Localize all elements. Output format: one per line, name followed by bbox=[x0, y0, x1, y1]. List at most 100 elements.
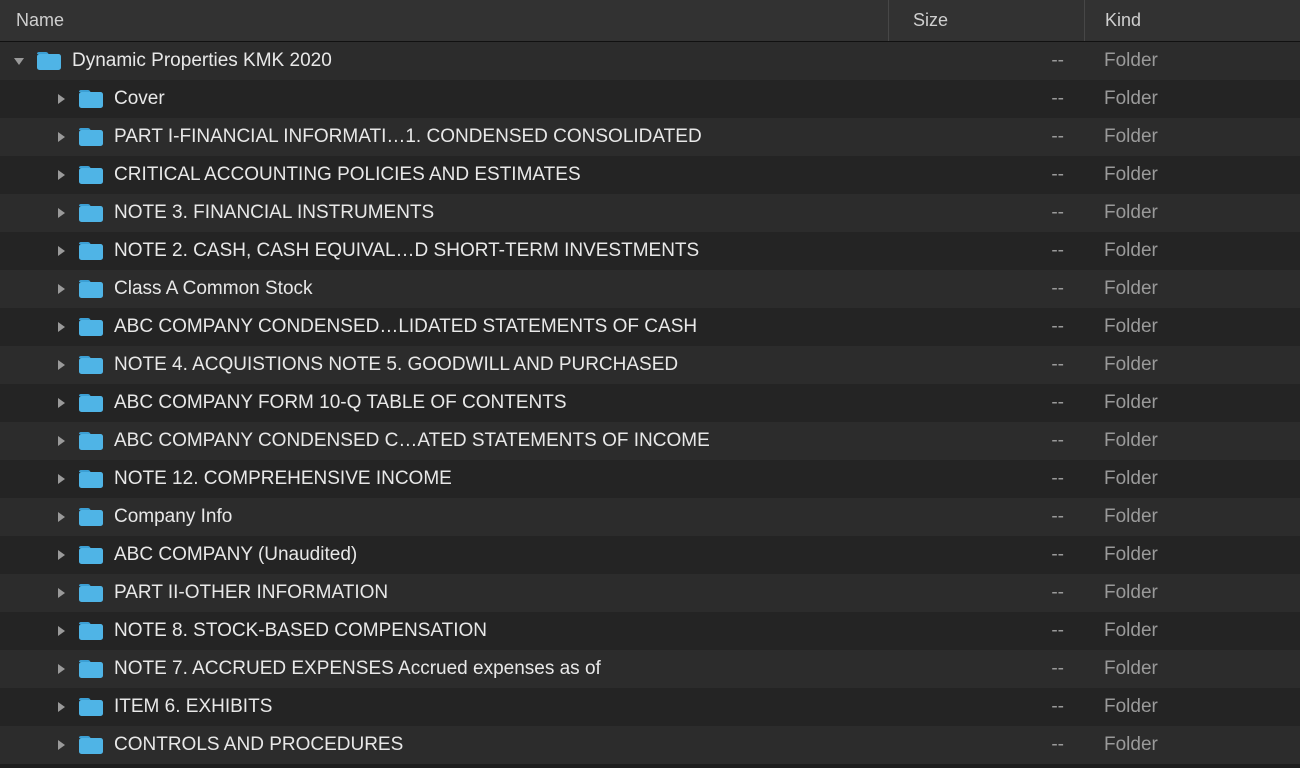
item-name-label: ABC COMPANY FORM 10-Q TABLE OF CONTENTS bbox=[114, 392, 567, 414]
table-row[interactable]: NOTE 12. COMPREHENSIVE INCOME --Folder bbox=[0, 460, 1300, 498]
chevron-right-icon[interactable] bbox=[54, 358, 68, 372]
column-header-name[interactable]: Name bbox=[0, 0, 888, 41]
table-row[interactable]: ABC COMPANY (Unaudited) --Folder bbox=[0, 536, 1300, 574]
folder-icon bbox=[78, 696, 104, 718]
table-row[interactable]: NOTE 7. ACCRUED EXPENSES Accrued expense… bbox=[0, 650, 1300, 688]
item-name-label: PART II-OTHER INFORMATION bbox=[114, 582, 388, 604]
cell-kind: Folder bbox=[1084, 232, 1300, 270]
table-row[interactable]: Company Info --Folder bbox=[0, 498, 1300, 536]
cell-size: -- bbox=[888, 536, 1084, 574]
cell-name: NOTE 3. FINANCIAL INSTRUMENTS bbox=[0, 194, 888, 232]
cell-name: Dynamic Properties KMK 2020 bbox=[0, 42, 888, 80]
chevron-right-icon[interactable] bbox=[54, 586, 68, 600]
item-name-label: NOTE 7. ACCRUED EXPENSES Accrued expense… bbox=[114, 658, 601, 680]
cell-kind: Folder bbox=[1084, 612, 1300, 650]
cell-size: -- bbox=[888, 574, 1084, 612]
chevron-right-icon[interactable] bbox=[54, 434, 68, 448]
table-row[interactable]: ABC COMPANY CONDENSED…LIDATED STATEMENTS… bbox=[0, 308, 1300, 346]
table-row[interactable]: Dynamic Properties KMK 2020--Folder bbox=[0, 42, 1300, 80]
chevron-right-icon[interactable] bbox=[54, 738, 68, 752]
table-row[interactable]: PART I-FINANCIAL INFORMATI…1. CONDENSED … bbox=[0, 118, 1300, 156]
chevron-right-icon[interactable] bbox=[54, 662, 68, 676]
chevron-right-icon[interactable] bbox=[54, 130, 68, 144]
item-name-label: CRITICAL ACCOUNTING POLICIES AND ESTIMAT… bbox=[114, 164, 581, 186]
cell-kind: Folder bbox=[1084, 536, 1300, 574]
item-name-label: Class A Common Stock bbox=[114, 278, 313, 300]
chevron-right-icon[interactable] bbox=[54, 168, 68, 182]
chevron-right-icon[interactable] bbox=[54, 624, 68, 638]
column-header-kind[interactable]: Kind bbox=[1084, 0, 1300, 41]
item-name-label: Company Info bbox=[114, 506, 232, 528]
chevron-right-icon[interactable] bbox=[54, 472, 68, 486]
table-row[interactable]: Cover--Folder bbox=[0, 80, 1300, 118]
folder-icon bbox=[78, 316, 104, 338]
column-header-size[interactable]: Size bbox=[888, 0, 1084, 41]
cell-size: -- bbox=[888, 156, 1084, 194]
item-name-label: ITEM 6. EXHIBITS bbox=[114, 696, 272, 718]
cell-size: -- bbox=[888, 118, 1084, 156]
chevron-down-icon[interactable] bbox=[12, 54, 26, 68]
item-name-label: NOTE 12. COMPREHENSIVE INCOME bbox=[114, 468, 452, 490]
folder-icon bbox=[78, 240, 104, 262]
table-row[interactable]: PART II-OTHER INFORMATION--Folder bbox=[0, 574, 1300, 612]
column-header-name-label: Name bbox=[16, 10, 64, 31]
cell-kind: Folder bbox=[1084, 498, 1300, 536]
cell-size: -- bbox=[888, 308, 1084, 346]
cell-size: -- bbox=[888, 232, 1084, 270]
table-row[interactable]: ABC COMPANY FORM 10-Q TABLE OF CONTENTS -… bbox=[0, 384, 1300, 422]
chevron-right-icon[interactable] bbox=[54, 320, 68, 334]
chevron-right-icon[interactable] bbox=[54, 244, 68, 258]
chevron-right-icon[interactable] bbox=[54, 700, 68, 714]
chevron-right-icon[interactable] bbox=[54, 548, 68, 562]
chevron-right-icon[interactable] bbox=[54, 92, 68, 106]
cell-name: NOTE 8. STOCK-BASED COMPENSATION bbox=[0, 612, 888, 650]
cell-kind: Folder bbox=[1084, 308, 1300, 346]
cell-size: -- bbox=[888, 650, 1084, 688]
table-row[interactable]: NOTE 8. STOCK-BASED COMPENSATION--Folder bbox=[0, 612, 1300, 650]
cell-name: NOTE 12. COMPREHENSIVE INCOME bbox=[0, 460, 888, 498]
item-name-label: PART I-FINANCIAL INFORMATI…1. CONDENSED … bbox=[114, 126, 702, 148]
chevron-right-icon[interactable] bbox=[54, 396, 68, 410]
cell-kind: Folder bbox=[1084, 422, 1300, 460]
chevron-right-icon[interactable] bbox=[54, 282, 68, 296]
table-row[interactable]: ABC COMPANY CONDENSED C…ATED STATEMENTS … bbox=[0, 422, 1300, 460]
cell-name: PART I-FINANCIAL INFORMATI…1. CONDENSED … bbox=[0, 118, 888, 156]
cell-size: -- bbox=[888, 498, 1084, 536]
folder-icon bbox=[36, 50, 62, 72]
cell-name: ABC COMPANY CONDENSED C…ATED STATEMENTS … bbox=[0, 422, 888, 460]
cell-size: -- bbox=[888, 384, 1084, 422]
cell-size: -- bbox=[888, 612, 1084, 650]
table-row[interactable]: ITEM 6. EXHIBITS--Folder bbox=[0, 688, 1300, 726]
cell-name: ABC COMPANY FORM 10-Q TABLE OF CONTENTS bbox=[0, 384, 888, 422]
cell-name: CRITICAL ACCOUNTING POLICIES AND ESTIMAT… bbox=[0, 156, 888, 194]
chevron-right-icon[interactable] bbox=[54, 510, 68, 524]
folder-icon bbox=[78, 126, 104, 148]
cell-name: NOTE 4. ACQUISTIONS NOTE 5. GOODWILL AND… bbox=[0, 346, 888, 384]
table-row[interactable]: Class A Common Stock--Folder bbox=[0, 270, 1300, 308]
cell-size: -- bbox=[888, 460, 1084, 498]
cell-kind: Folder bbox=[1084, 460, 1300, 498]
table-row[interactable]: NOTE 3. FINANCIAL INSTRUMENTS--Folder bbox=[0, 194, 1300, 232]
table-row[interactable]: CRITICAL ACCOUNTING POLICIES AND ESTIMAT… bbox=[0, 156, 1300, 194]
cell-kind: Folder bbox=[1084, 42, 1300, 80]
cell-name: ITEM 6. EXHIBITS bbox=[0, 688, 888, 726]
cell-kind: Folder bbox=[1084, 194, 1300, 232]
cell-kind: Folder bbox=[1084, 80, 1300, 118]
cell-size: -- bbox=[888, 688, 1084, 726]
cell-kind: Folder bbox=[1084, 726, 1300, 764]
cell-size: -- bbox=[888, 80, 1084, 118]
chevron-right-icon[interactable] bbox=[54, 206, 68, 220]
folder-icon bbox=[78, 430, 104, 452]
cell-kind: Folder bbox=[1084, 270, 1300, 308]
file-list: Dynamic Properties KMK 2020--FolderCover… bbox=[0, 42, 1300, 764]
cell-name: NOTE 2. CASH, CASH EQUIVAL…D SHORT-TERM … bbox=[0, 232, 888, 270]
item-name-label: Dynamic Properties KMK 2020 bbox=[72, 50, 332, 72]
cell-name: CONTROLS AND PROCEDURES bbox=[0, 726, 888, 764]
item-name-label: ABC COMPANY (Unaudited) bbox=[114, 544, 357, 566]
table-row[interactable]: CONTROLS AND PROCEDURES--Folder bbox=[0, 726, 1300, 764]
folder-icon bbox=[78, 582, 104, 604]
cell-size: -- bbox=[888, 422, 1084, 460]
table-row[interactable]: NOTE 4. ACQUISTIONS NOTE 5. GOODWILL AND… bbox=[0, 346, 1300, 384]
table-row[interactable]: NOTE 2. CASH, CASH EQUIVAL…D SHORT-TERM … bbox=[0, 232, 1300, 270]
folder-icon bbox=[78, 354, 104, 376]
